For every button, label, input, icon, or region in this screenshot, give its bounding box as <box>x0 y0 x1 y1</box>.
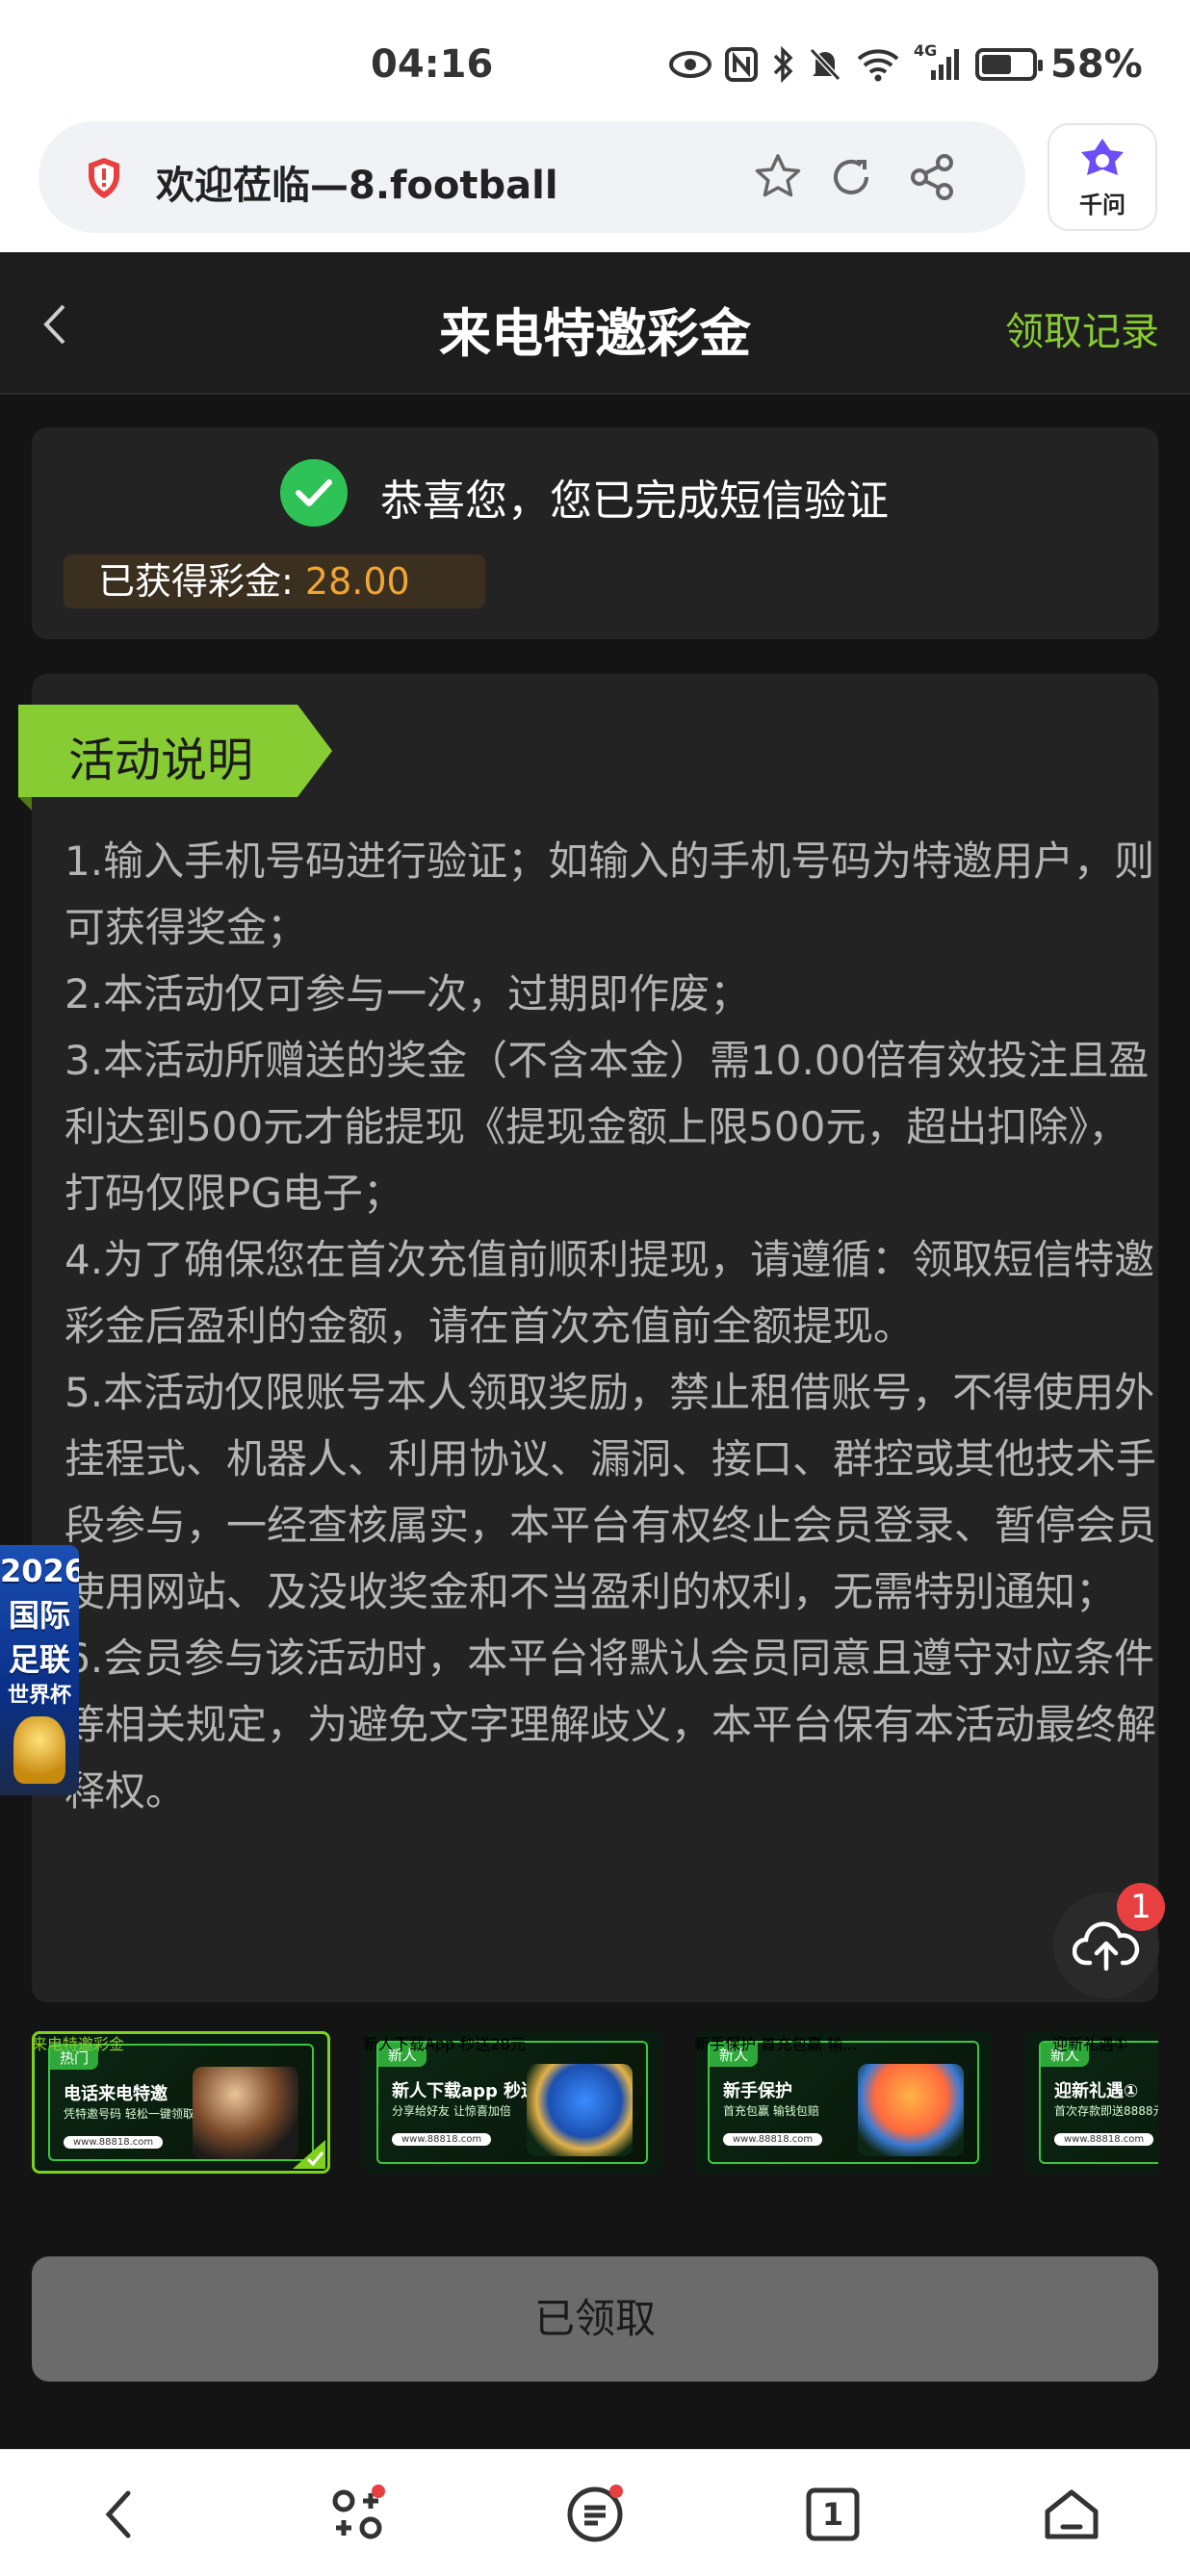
activity-heading: 活动说明 <box>68 734 254 787</box>
promo-headline: 迎新礼遇① <box>1054 2081 1139 2101</box>
mute-bell-icon <box>809 47 841 82</box>
nav-home-button[interactable] <box>1038 2481 1105 2548</box>
browser-toolbar: 欢迎莅临—8.football 千问 <box>0 116 1190 252</box>
wifi-icon <box>857 49 899 82</box>
bonus-value: 28.00 <box>304 560 410 603</box>
share-icon[interactable] <box>905 150 959 204</box>
qianwen-button[interactable]: 千问 <box>1048 123 1157 231</box>
upload-cloud-button[interactable]: 1 <box>1053 1883 1165 1998</box>
promo-headline: 新手保护 <box>723 2081 792 2101</box>
promo-headline: 电话来电特邀 <box>64 2084 168 2104</box>
cellular-signal-icon: 4G <box>914 41 962 82</box>
status-time: 04:16 <box>371 42 494 87</box>
promo-caption[interactable]: 来电特邀彩金 <box>32 2031 124 2054</box>
promo-model-image <box>193 2067 298 2159</box>
main-content: 恭喜您，您已完成短信验证 已获得彩金: 28.00 活动说明 1.输入手机号码进… <box>0 395 1190 2449</box>
home-icon <box>1045 2489 1099 2539</box>
promo-url: www.88818.com <box>64 2136 164 2149</box>
promo-carousel[interactable]: 热门 电话来电特邀 凭特邀号码 轻松一键领取28元 www.88818.com … <box>32 2031 1158 2233</box>
banner-line: 足联 <box>8 1641 70 1678</box>
nav-menu-button[interactable] <box>561 2481 629 2548</box>
status-icons: 4G 58% <box>669 41 1143 87</box>
claimed-button[interactable]: 已领取 <box>32 2256 1158 2382</box>
banner-year: 2026 <box>0 1553 79 1589</box>
promo-url: www.88818.com <box>723 2133 823 2146</box>
promo-url: www.88818.com <box>392 2133 492 2146</box>
battery-icon <box>975 48 1043 81</box>
rule-item: 6.会员参与该活动时，本平台将默认会员同意且遵守对应条件等相关规定，为避免文字理… <box>65 1635 1157 1815</box>
upload-notification-badge: 1 <box>1117 1883 1165 1931</box>
notification-dot <box>372 2485 385 2498</box>
nav-tabs-button[interactable]: 1 <box>799 2481 867 2548</box>
status-bar: 04:16 4G 58% <box>0 0 1190 116</box>
rule-item: 4.为了确保您在首次充值前顺利提现，请遵循：领取短信特邀彩金后盈利的金额，请在首… <box>65 1236 1155 1350</box>
eye-icon <box>669 51 711 78</box>
bookmark-star-icon[interactable] <box>751 150 805 204</box>
rule-item: 5.本活动仅限账号本人领取奖励，禁止租借账号，不得使用外挂程式、机器人、利用协议… <box>65 1369 1157 1615</box>
activity-rules-card: 活动说明 1.输入手机号码进行验证；如输入的手机号码为特邀用户，则可获得奖金； … <box>18 674 1158 2002</box>
page-header: 来电特邀彩金 领取记录 <box>0 252 1190 395</box>
check-circle-icon <box>280 459 348 527</box>
chevron-left-icon <box>105 2490 131 2538</box>
selected-check-icon <box>293 2140 325 2169</box>
nav-apps-button[interactable] <box>323 2481 391 2548</box>
claim-records-link[interactable]: 领取记录 <box>1005 300 1159 356</box>
tabs-count: 1 <box>821 2496 844 2533</box>
rules-list: 1.输入手机号码进行验证；如输入的手机号码为特邀用户，则可获得奖金； 2.本活动… <box>65 828 1162 1824</box>
banner-line: 世界杯 <box>7 1684 71 1708</box>
promo-caption[interactable]: 新人下载App 秒送28元 <box>363 2031 526 2054</box>
notification-dot <box>609 2485 623 2498</box>
promo-caption[interactable]: 迎新礼遇① <box>1025 2031 1127 2054</box>
verification-message: 恭喜您，您已完成短信验证 <box>380 477 889 526</box>
promo-sub: 分享给好友 让惊喜加倍 <box>392 2104 511 2118</box>
promo-url: www.88818.com <box>1054 2133 1154 2146</box>
promo-sub: 首次存款即送8888元 <box>1054 2104 1158 2118</box>
bonus-summary: 已获得彩金: 28.00 <box>64 554 485 608</box>
qianwen-logo-icon <box>1081 138 1124 175</box>
promo-sub: 首充包赢 输钱包赔 <box>723 2104 819 2118</box>
rule-item: 1.输入手机号码进行验证；如输入的手机号码为特邀用户，则可获得奖金； <box>65 837 1155 951</box>
battery-percent: 58% <box>1050 42 1143 87</box>
bonus-label: 已获得彩金: <box>98 560 294 603</box>
rule-item: 3.本活动所赠送的奖金（不含本金）需10.00倍有效投注且盈利达到500元才能提… <box>65 1037 1150 1217</box>
promo-caption[interactable]: 新手保护 首充包赢 输... <box>694 2031 857 2054</box>
world-cup-floating-banner[interactable]: 2026 国际 足联 世界杯 <box>0 1545 79 1795</box>
qianwen-label: 千问 <box>1079 191 1125 219</box>
trophy-icon <box>13 1716 65 1784</box>
banner-line: 国际 <box>8 1597 70 1634</box>
browser-bottom-nav: 1 <box>0 2449 1190 2576</box>
activity-heading-ribbon: 活动说明 <box>18 705 332 811</box>
nfc-icon <box>725 47 758 82</box>
security-shield-icon[interactable] <box>85 156 123 200</box>
address-bar[interactable]: 欢迎莅临—8.football <box>39 121 1025 233</box>
url-text[interactable]: 欢迎莅临—8.football <box>156 154 558 210</box>
reload-icon[interactable] <box>824 150 878 204</box>
phone-coins-image <box>527 2064 633 2156</box>
rule-item: 2.本活动仅可参与一次，过期即作废； <box>65 970 751 1018</box>
shield-star-image <box>858 2064 964 2156</box>
verification-card: 恭喜您，您已完成短信验证 已获得彩金: 28.00 <box>32 427 1158 639</box>
bluetooth-icon <box>773 46 793 83</box>
nav-back-button[interactable] <box>85 2481 152 2548</box>
